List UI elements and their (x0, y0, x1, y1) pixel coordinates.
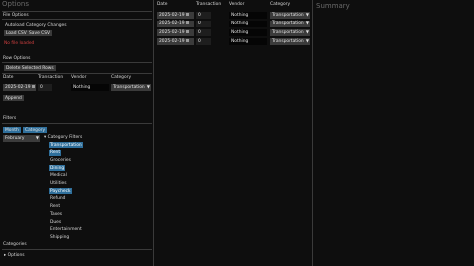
row-date: 2025-02-19 (159, 29, 185, 35)
panel-divider[interactable] (153, 0, 154, 266)
row-transaction-input[interactable]: 0 (196, 20, 211, 28)
file-status: No file loaded (4, 41, 35, 46)
new-row-vendor-input[interactable]: Nothing (71, 84, 109, 91)
category-filter-item[interactable]: Rent (49, 204, 61, 210)
summary-title: Summary (316, 2, 350, 10)
new-row-date: 2025-02-19 (5, 84, 31, 90)
append-button[interactable]: Append (3, 95, 24, 101)
row-category-select[interactable]: Transportation ▼ (270, 29, 310, 36)
category-filter-item[interactable]: Rent (49, 149, 62, 156)
calendar-icon[interactable] (185, 38, 189, 42)
calendar-icon[interactable] (31, 84, 35, 88)
row-category: Transportation (272, 29, 304, 35)
chevron-down-icon: ▼ (305, 28, 309, 34)
category-filter-item[interactable]: Transportation (49, 142, 83, 148)
row-date-picker[interactable]: 2025-02-19 (157, 20, 194, 28)
category-filter-item[interactable]: Utilities (49, 181, 68, 187)
category-filter-item[interactable]: Refund (49, 196, 66, 202)
chevron-down-icon: ▼ (35, 134, 39, 140)
category-filter-item[interactable]: Dining (49, 165, 66, 172)
category-filter-item[interactable]: Dues (49, 219, 62, 225)
category-filter-item[interactable]: Medical (49, 173, 68, 179)
calendar-icon[interactable] (185, 12, 189, 16)
category-filter-item[interactable]: Taxes (49, 211, 63, 217)
new-row-category: Transportation (113, 84, 145, 90)
category-filters-tree[interactable]: ▾ Category Filters (44, 135, 82, 140)
row-options-heading: Row Options (3, 56, 31, 61)
col-header-category: Category (111, 75, 132, 80)
row-category-select[interactable]: Transportation ▼ (270, 38, 310, 45)
row-date: 2025-02-19 (159, 21, 185, 27)
file-options-heading: File Options (3, 13, 29, 18)
triangle-down-icon: ▾ (44, 135, 47, 140)
chevron-down-icon: ▼ (305, 20, 309, 26)
chevron-down-icon: ▼ (146, 83, 150, 89)
row-transaction-input[interactable]: 0 (196, 29, 211, 36)
table-header-vendor: Vendor (229, 2, 245, 7)
chevron-down-icon: ▼ (305, 11, 309, 17)
row-vendor-input[interactable]: Nothing (229, 29, 267, 36)
chevron-down-icon: ▼ (305, 37, 309, 43)
delete-selected-rows-button[interactable]: Delete Selected Rows (4, 65, 56, 71)
filters-heading: Filters (3, 116, 17, 121)
divider (2, 19, 152, 20)
col-header-date: Date (3, 75, 14, 80)
month-value: February (5, 135, 25, 141)
new-row-transaction-input[interactable]: 0 (38, 84, 52, 91)
divider (2, 11, 152, 12)
month-filter-button[interactable]: Month (3, 127, 21, 133)
triangle-right-icon: ▸ (4, 253, 7, 258)
calendar-icon[interactable] (185, 21, 189, 25)
options-title: Options (2, 0, 30, 8)
category-filter-item[interactable]: Paycheck (49, 188, 72, 195)
autoload-checkbox-label[interactable]: Autoload Category Changes (5, 23, 67, 28)
new-row-date-picker[interactable]: 2025-02-19 (3, 84, 36, 91)
row-date-picker[interactable]: 2025-02-19 (157, 12, 194, 19)
row-transaction-input[interactable]: 0 (196, 12, 211, 19)
new-row-category-select[interactable]: Transportation ▼ (111, 84, 151, 91)
row-transaction-input[interactable]: 0 (196, 38, 211, 45)
row-date-picker[interactable]: 2025-02-19 (157, 29, 194, 36)
row-category: Transportation (272, 21, 304, 27)
category-filters-label: Category Filters (47, 135, 83, 140)
row-date: 2025-02-19 (159, 12, 185, 18)
row-category-select[interactable]: Transportation ▼ (270, 12, 310, 19)
table-header-date: Date (157, 2, 168, 7)
category-filter-button[interactable]: Category (23, 127, 48, 133)
category-filter-item[interactable]: Entertainment (49, 227, 83, 233)
save-csv-button[interactable]: Save CSV (27, 30, 53, 36)
row-category-select[interactable]: Transportation ▼ (270, 21, 310, 28)
row-category: Transportation (272, 38, 304, 44)
row-vendor-input[interactable]: Nothing (229, 20, 267, 28)
table-header-category: Category (270, 2, 291, 7)
table-header-transaction: Transaction (196, 2, 222, 7)
divider (2, 73, 152, 74)
row-date: 2025-02-19 (159, 38, 185, 44)
calendar-icon[interactable] (185, 29, 189, 33)
row-category: Transportation (272, 12, 304, 18)
col-header-transaction: Transaction (38, 75, 64, 80)
divider (2, 62, 152, 63)
panel-divider[interactable] (312, 0, 313, 266)
categories-options-label: Options (7, 253, 25, 258)
row-vendor-input[interactable]: Nothing (229, 12, 267, 19)
row-date-picker[interactable]: 2025-02-19 (157, 38, 194, 45)
divider (2, 249, 152, 250)
month-select[interactable]: February ▼ (3, 135, 40, 142)
row-vendor-input[interactable]: Nothing (229, 38, 267, 45)
category-filter-item[interactable]: Groceries (49, 157, 72, 163)
divider (2, 123, 152, 124)
load-csv-button[interactable]: Load CSV (4, 30, 29, 36)
categories-options-tree[interactable]: ▸ Options (4, 253, 25, 258)
categories-heading: Categories (3, 242, 27, 247)
col-header-vendor: Vendor (71, 75, 87, 80)
category-filter-item[interactable]: Shipping (49, 234, 70, 240)
